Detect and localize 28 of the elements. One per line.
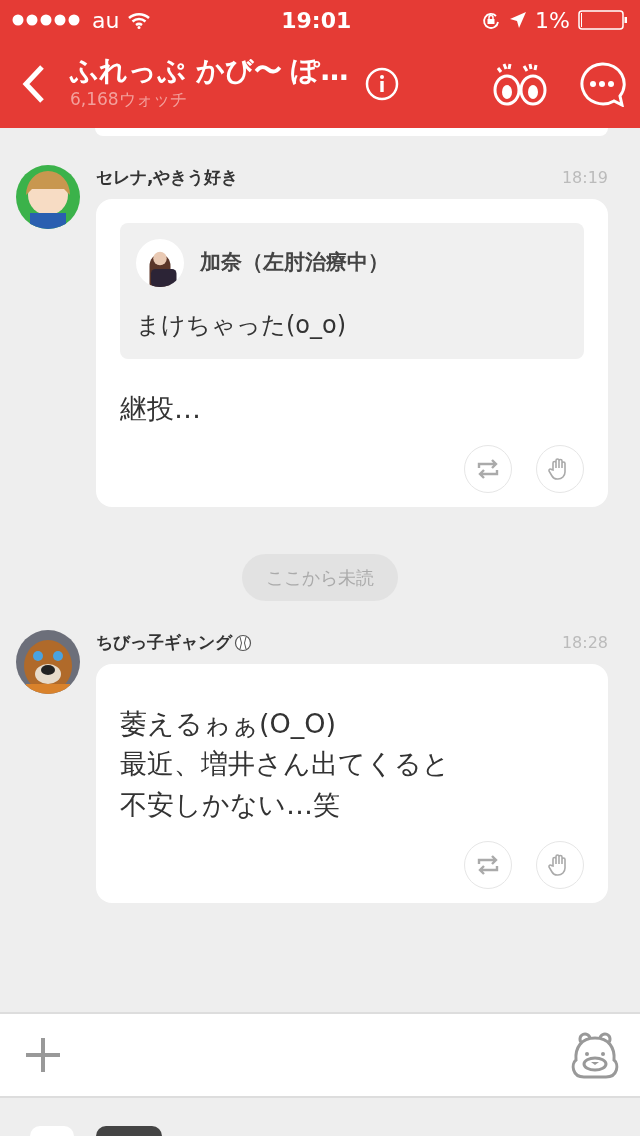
carrier-name: au	[92, 6, 120, 35]
chat-title: ふれっぷ かび〜 ぽ…	[70, 55, 349, 87]
back-icon[interactable]	[22, 64, 46, 104]
repost-button[interactable]	[464, 445, 512, 493]
new-badge	[96, 1126, 162, 1136]
rotation-lock-icon	[481, 10, 502, 30]
location-icon	[509, 11, 528, 29]
quoted-author: 加奈（左肘治療中）	[200, 248, 389, 276]
watch-count: 6,168ウォッチ	[70, 87, 188, 111]
clap-button[interactable]	[536, 841, 584, 889]
author-name: セレナ,やきう好き	[96, 166, 239, 189]
battery-percent: 1%	[535, 6, 570, 35]
repost-button[interactable]	[464, 841, 512, 889]
clap-button[interactable]	[536, 445, 584, 493]
message-line: 不安しかない…笑	[120, 787, 341, 822]
info-icon[interactable]	[364, 67, 399, 101]
message-line: 最近、増井さん出てくると	[120, 747, 451, 781]
add-icon[interactable]	[24, 1036, 62, 1074]
clock: 19:01	[281, 7, 352, 33]
chat-menu-icon[interactable]	[578, 61, 626, 107]
battery-icon	[578, 10, 628, 30]
wifi-icon	[127, 11, 152, 29]
unread-divider: ここから未読	[242, 554, 398, 601]
author-name: ちびっ子ギャング	[96, 631, 232, 654]
message-line: 継投…	[120, 391, 202, 426]
quoted-text: まけちゃった(o_o)	[136, 309, 348, 341]
message-line: 萎えるゎぁ(O_O)	[120, 706, 338, 741]
bear-face-icon[interactable]	[570, 1031, 620, 1079]
